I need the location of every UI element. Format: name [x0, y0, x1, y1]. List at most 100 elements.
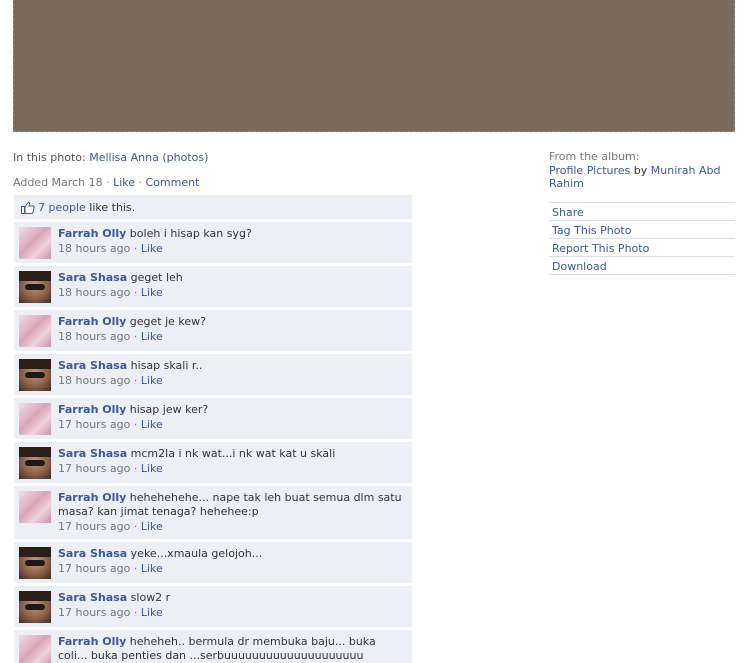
likes-count-link[interactable]: 7 people: [38, 201, 86, 214]
album-link[interactable]: Profile Pictures: [549, 164, 630, 177]
comment-text: hisap jew ker?: [129, 403, 209, 416]
download-link[interactable]: Download: [549, 257, 735, 275]
comment-item: Sara Shasa yeke...xmaula gelojoh... 17 ho…: [14, 542, 412, 583]
in-this-photo: In this photo: Mellisa Anna (photos): [13, 151, 209, 164]
comment-item: Sara Shasa hisap skali r.. 18 hours ago ·…: [14, 354, 412, 395]
comment-like-link[interactable]: Like: [141, 462, 163, 475]
album-by: by: [633, 164, 648, 177]
comment-like-link[interactable]: Like: [141, 606, 163, 619]
comment-body: Sara Shasa geget leh: [58, 271, 406, 285]
comment-body: Farrah Olly boleh i hisap kan syg?: [58, 227, 406, 241]
comment-time: 17 hours ago: [58, 520, 131, 533]
comment-like-link[interactable]: Like: [141, 374, 163, 387]
comment-text: yeke...xmaula gelojoh...: [130, 547, 263, 560]
added-line: Added March 18 · Like · Comment: [13, 176, 200, 189]
comment-item: Farrah Olly geget je kew? 18 hours ago · …: [14, 310, 412, 351]
comment-item: Farrah Olly hehehehehe... nape tak leh b…: [14, 486, 412, 539]
comment-author-link[interactable]: Sara Shasa: [58, 591, 127, 604]
comment-time: 18 hours ago: [58, 330, 131, 343]
comment-item: Farrah Olly hisap jew ker? 17 hours ago ·…: [14, 398, 412, 439]
comment-body: Sara Shasa hisap skali r..: [58, 359, 406, 373]
thumbs-up-icon: [21, 201, 35, 214]
comment-author-link[interactable]: Sara Shasa: [58, 447, 127, 460]
avatar[interactable]: [19, 547, 51, 579]
comment-text: geget je kew?: [129, 315, 207, 328]
photo-frame: [13, 0, 735, 132]
album-info: Profile Pictures by Munirah Abd Rahim: [549, 164, 735, 190]
comment-body: Farrah Olly hehehehehe... nape tak leh b…: [58, 491, 406, 519]
comment-time: 17 hours ago: [58, 606, 131, 619]
comment-meta: 17 hours ago · Like: [58, 418, 163, 431]
tag-photo-link[interactable]: Tag This Photo: [549, 221, 735, 239]
comment-meta: 18 hours ago · Like: [58, 330, 163, 343]
comment-author-link[interactable]: Sara Shasa: [58, 359, 127, 372]
comment-item: Sara Shasa geget leh 18 hours ago · Like: [14, 266, 412, 307]
comment-item: Farrah Olly boleh i hisap kan syg? 18 hou…: [14, 222, 412, 263]
comment-body: Sara Shasa mcm2la i nk wat...i nk wat ka…: [58, 447, 406, 461]
comment-body: Farrah Olly hisap jew ker?: [58, 403, 406, 417]
comments-list: Farrah Olly boleh i hisap kan syg? 18 hou…: [14, 222, 412, 663]
comment-time: 18 hours ago: [58, 286, 131, 299]
added-date: Added March 18: [13, 176, 103, 189]
comment-meta: 17 hours ago · Like: [58, 562, 163, 575]
photo-sidebar: From the album: Profile Pictures by Muni…: [549, 150, 735, 275]
comment-author-link[interactable]: Farrah Olly: [58, 315, 126, 328]
comment-time: 17 hours ago: [58, 462, 131, 475]
comment-text: mcm2la i nk wat...i nk wat kat u skali: [130, 447, 336, 460]
in-photo-prefix: In this photo:: [13, 151, 86, 164]
comment-body: Sara Shasa slow2 r: [58, 591, 406, 605]
comment-meta: 17 hours ago · Like: [58, 520, 163, 533]
avatar[interactable]: [19, 359, 51, 391]
comment-photo-link[interactable]: Comment: [146, 176, 200, 189]
comment-author-link[interactable]: Farrah Olly: [58, 403, 126, 416]
avatar[interactable]: [19, 315, 51, 347]
comment-item: Sara Shasa slow2 r 17 hours ago · Like: [14, 586, 412, 627]
comment-author-link[interactable]: Sara Shasa: [58, 271, 127, 284]
comment-like-link[interactable]: Like: [141, 418, 163, 431]
likes-suffix: like this.: [89, 201, 136, 214]
comment-body: Sara Shasa yeke...xmaula gelojoh...: [58, 547, 406, 561]
photo-actions: Share Tag This Photo Report This Photo D…: [549, 202, 735, 275]
report-photo-link[interactable]: Report This Photo: [549, 239, 735, 257]
comment-like-link[interactable]: Like: [141, 562, 163, 575]
comment-meta: 17 hours ago · Like: [58, 462, 163, 475]
comment-time: 18 hours ago: [58, 374, 131, 387]
comment-meta: 17 hours ago · Like: [58, 606, 163, 619]
comment-text: slow2 r: [130, 591, 171, 604]
avatar[interactable]: [19, 227, 51, 259]
comment-text: hisap skali r..: [130, 359, 203, 372]
comment-time: 18 hours ago: [58, 242, 131, 255]
comment-author-link[interactable]: Farrah Olly: [58, 491, 126, 504]
comment-body: Farrah Olly heheheh.. bermula dr membuka…: [58, 635, 406, 663]
comment-meta: 18 hours ago · Like: [58, 374, 163, 387]
likes-bar: 7 people like this.: [14, 195, 412, 219]
comment-author-link[interactable]: Farrah Olly: [58, 227, 126, 240]
comment-author-link[interactable]: Sara Shasa: [58, 547, 127, 560]
avatar[interactable]: [19, 403, 51, 435]
tagged-photos-link[interactable]: photos: [167, 151, 204, 164]
comment-like-link[interactable]: Like: [141, 520, 163, 533]
comment-like-link[interactable]: Like: [141, 286, 163, 299]
comment-item: Farrah Olly heheheh.. bermula dr membuka…: [14, 630, 412, 663]
avatar[interactable]: [19, 447, 51, 479]
comment-item: Sara Shasa mcm2la i nk wat...i nk wat ka…: [14, 442, 412, 483]
comment-like-link[interactable]: Like: [141, 330, 163, 343]
comment-time: 17 hours ago: [58, 418, 131, 431]
comment-text: geget leh: [130, 271, 183, 284]
comment-body: Farrah Olly geget je kew?: [58, 315, 406, 329]
comment-meta: 18 hours ago · Like: [58, 286, 163, 299]
comment-text: boleh i hisap kan syg?: [129, 227, 252, 240]
tagged-person-link[interactable]: Mellisa Anna: [89, 151, 159, 164]
avatar[interactable]: [19, 271, 51, 303]
avatar[interactable]: [19, 591, 51, 623]
photo-placeholder: [14, 0, 734, 131]
comment-meta: 18 hours ago · Like: [58, 242, 163, 255]
comment-time: 17 hours ago: [58, 562, 131, 575]
avatar[interactable]: [19, 491, 51, 523]
comment-like-link[interactable]: Like: [141, 242, 163, 255]
share-link[interactable]: Share: [549, 203, 735, 221]
comment-author-link[interactable]: Farrah Olly: [58, 635, 126, 648]
like-photo-link[interactable]: Like: [113, 176, 135, 189]
avatar[interactable]: [19, 635, 51, 663]
from-album-label: From the album:: [549, 150, 640, 163]
